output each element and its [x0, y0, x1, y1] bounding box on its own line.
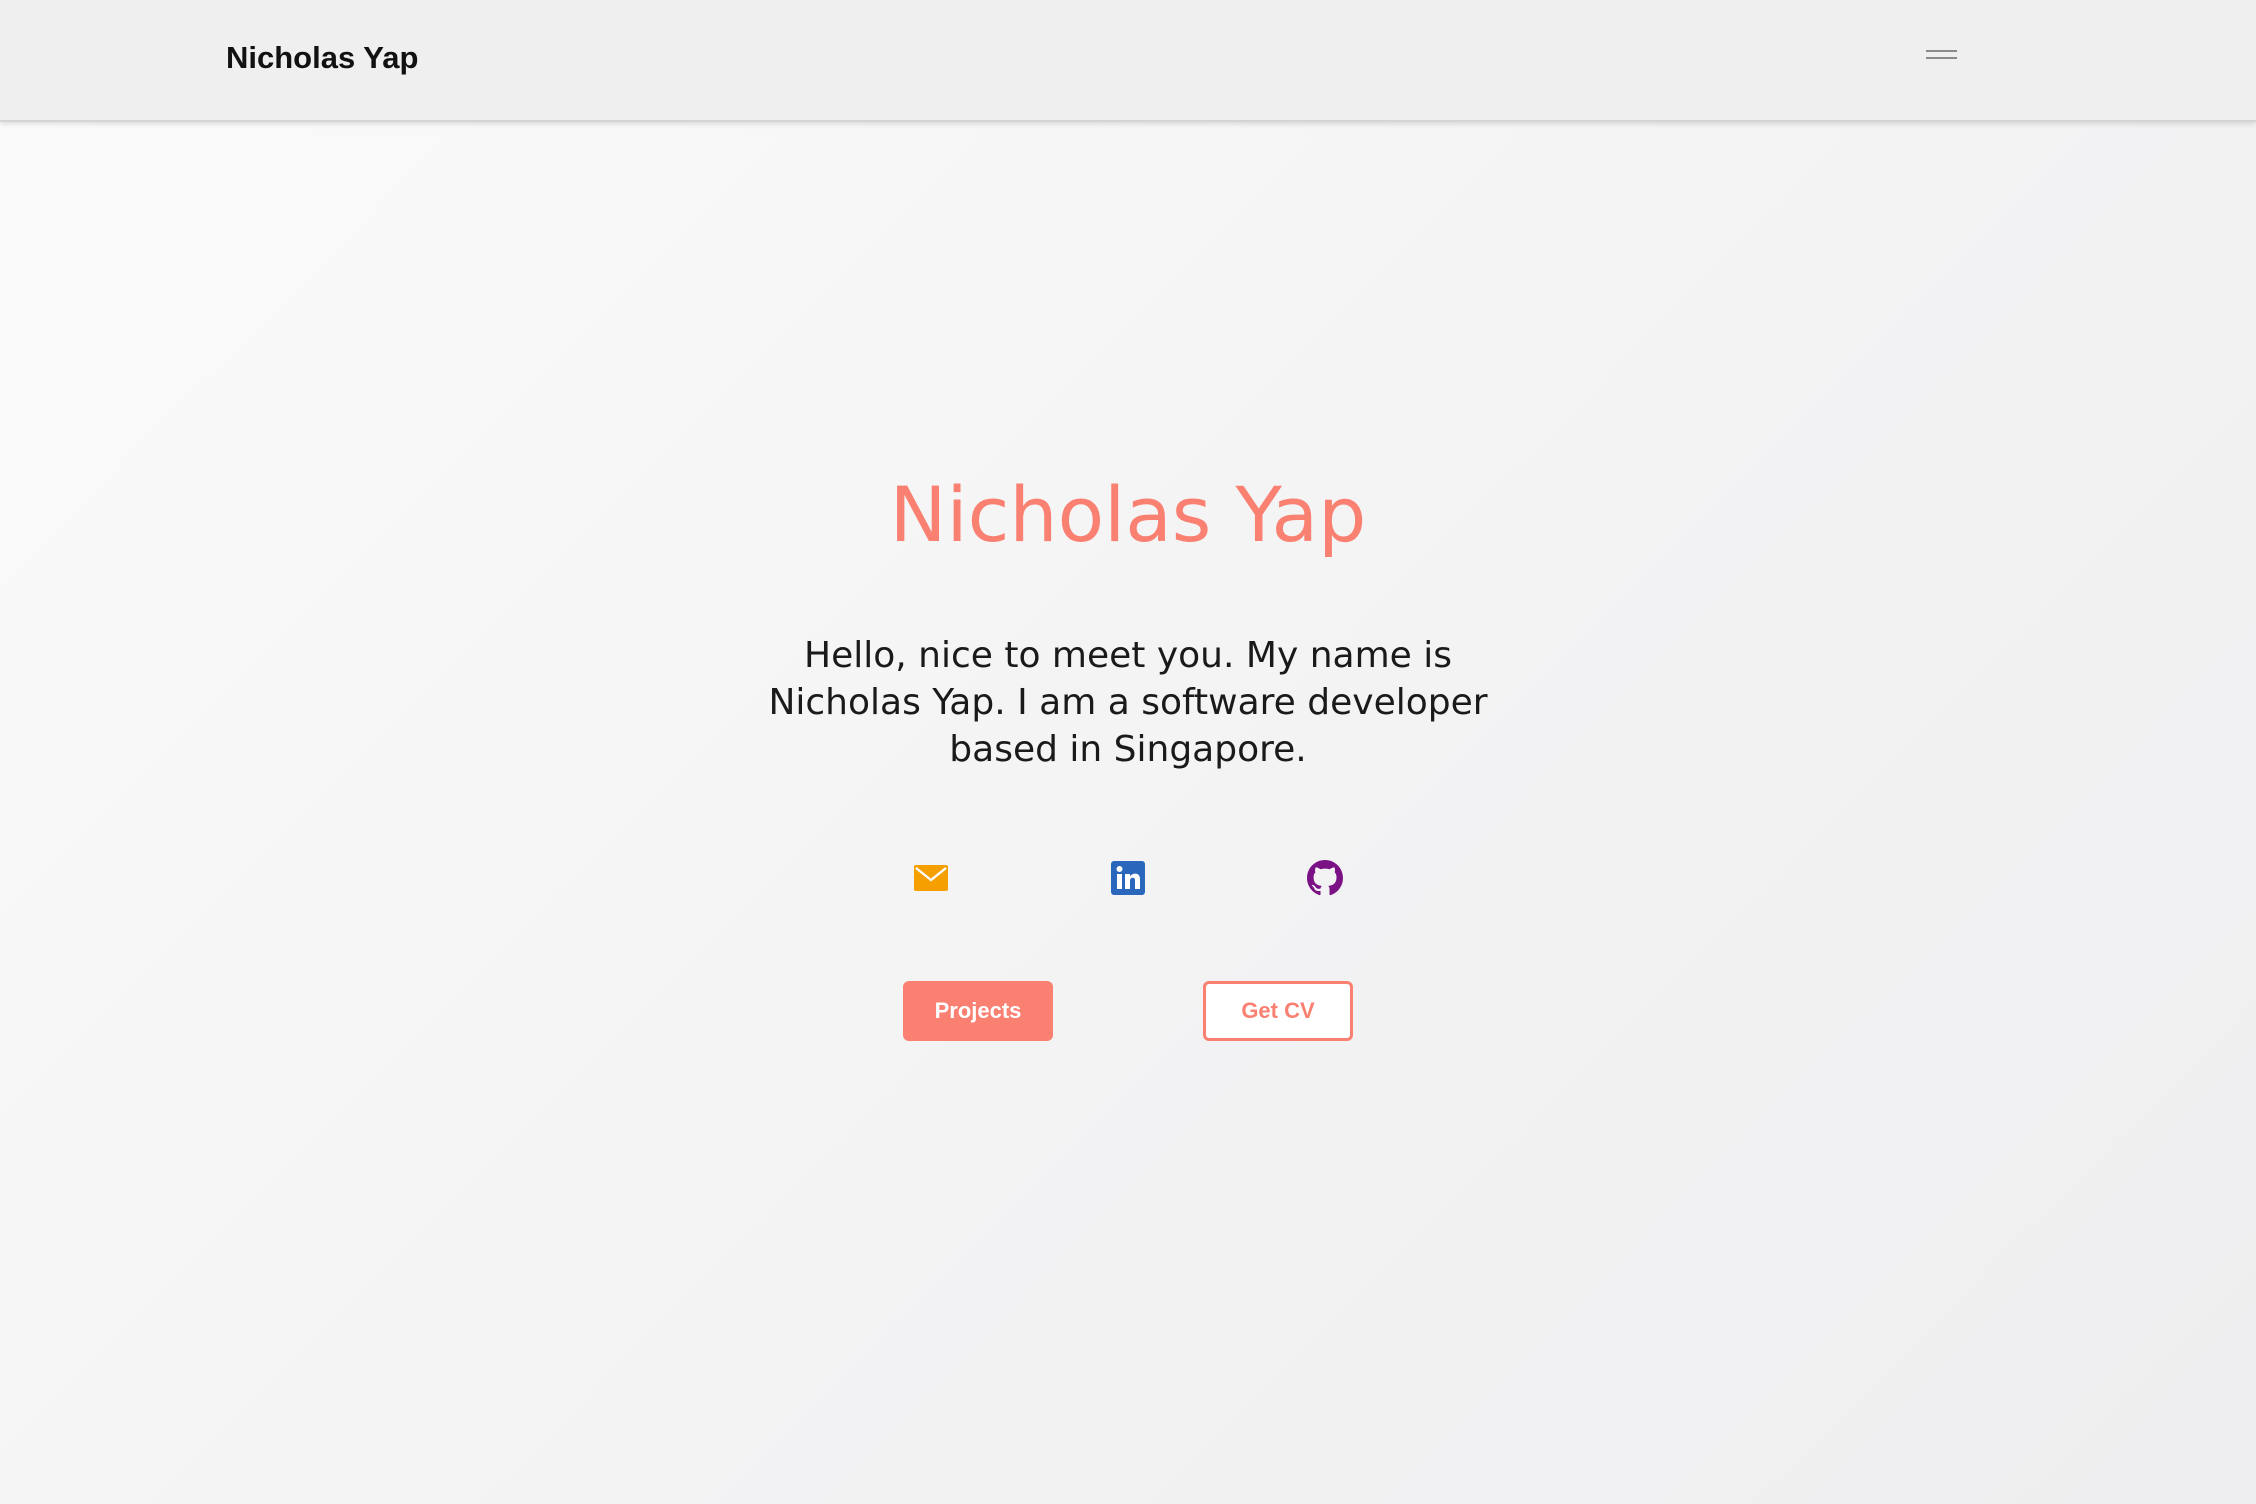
projects-button[interactable]: Projects	[903, 981, 1053, 1041]
get-cv-button[interactable]: Get CV	[1203, 981, 1353, 1041]
menu-line	[1926, 57, 1957, 59]
hero-title: Nicholas Yap	[889, 470, 1367, 559]
social-links	[0, 858, 2256, 898]
navbar: Nicholas Yap	[0, 0, 2256, 122]
hero-intro-text: Hello, nice to meet you. My name is Nich…	[768, 635, 1488, 770]
brand-link[interactable]: Nicholas Yap	[226, 38, 418, 78]
mail-icon[interactable]	[911, 858, 951, 898]
linkedin-icon[interactable]	[1108, 858, 1148, 898]
menu-line	[1926, 50, 1957, 52]
github-icon[interactable]	[1305, 858, 1345, 898]
hamburger-menu-icon[interactable]	[1916, 38, 1968, 72]
